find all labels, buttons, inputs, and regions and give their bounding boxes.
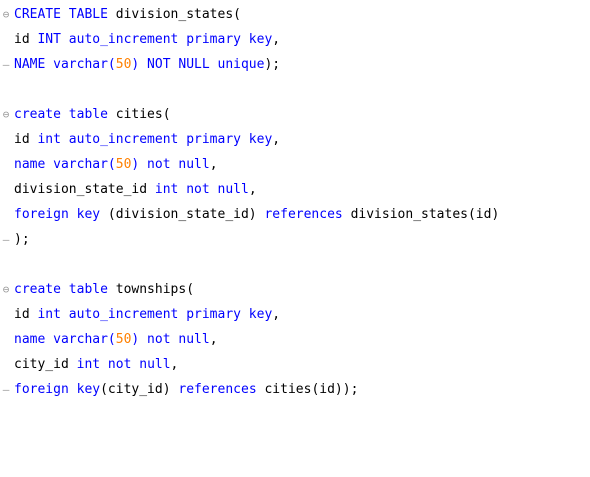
code-line-1: ⊖ CREATE TABLE division_states( bbox=[0, 2, 590, 27]
identifier: (division_state_id) bbox=[100, 207, 265, 222]
identifier: division_state_id bbox=[14, 182, 155, 197]
code-line-5: id int auto_increment primary key, bbox=[0, 127, 590, 152]
keyword: references bbox=[264, 207, 343, 222]
code-text: id INT auto_increment primary key, bbox=[14, 27, 280, 52]
identifier: cities( bbox=[107, 107, 171, 122]
identifier: townships( bbox=[107, 282, 195, 297]
identifier: cities(id)); bbox=[256, 382, 359, 397]
identifier: division_states( bbox=[107, 7, 241, 22]
fold-end-icon: – bbox=[2, 58, 10, 71]
fold-end-icon: – bbox=[2, 233, 10, 246]
keyword: ) NOT NULL unique bbox=[131, 57, 265, 72]
fold-end-icon: – bbox=[2, 383, 10, 396]
code-text: foreign key (division_state_id) referenc… bbox=[14, 202, 499, 227]
punctuation: , bbox=[170, 357, 179, 372]
number: 50 bbox=[115, 57, 132, 72]
keyword: foreign key bbox=[14, 207, 101, 222]
code-line-12: name varchar(50) not null, bbox=[0, 327, 590, 352]
code-line-13: city_id int not null, bbox=[0, 352, 590, 377]
punctuation: , bbox=[272, 307, 281, 322]
keyword: name varchar( bbox=[14, 332, 116, 347]
code-line-3: – NAME varchar(50) NOT NULL unique); bbox=[0, 52, 590, 77]
keyword: ) not null bbox=[131, 157, 210, 172]
code-text: create table cities( bbox=[14, 102, 171, 127]
identifier: city_id bbox=[14, 357, 77, 372]
code-line-2: id INT auto_increment primary key, bbox=[0, 27, 590, 52]
code-text: name varchar(50) not null, bbox=[14, 152, 218, 177]
identifier: id bbox=[14, 307, 38, 322]
keyword: ) not null bbox=[131, 332, 210, 347]
code-line-6: name varchar(50) not null, bbox=[0, 152, 590, 177]
keyword: int not null bbox=[154, 182, 249, 197]
identifier: division_states(id) bbox=[342, 207, 500, 222]
identifier: (city_id) bbox=[100, 382, 179, 397]
keyword: references bbox=[178, 382, 257, 397]
identifier: id bbox=[14, 32, 38, 47]
fold-toggle-icon[interactable]: ⊖ bbox=[0, 102, 12, 127]
keyword: create table bbox=[14, 282, 108, 297]
keyword: foreign key bbox=[14, 382, 101, 397]
punctuation: , bbox=[209, 332, 218, 347]
code-text: NAME varchar(50) NOT NULL unique); bbox=[14, 52, 280, 77]
keyword: name varchar( bbox=[14, 157, 116, 172]
code-text: ); bbox=[14, 227, 30, 252]
keyword: int auto_increment primary key bbox=[37, 132, 273, 147]
number: 50 bbox=[115, 157, 132, 172]
code-line-10: ⊖ create table townships( bbox=[0, 277, 590, 302]
code-text: create table townships( bbox=[14, 277, 194, 302]
code-text: division_state_id int not null, bbox=[14, 177, 257, 202]
code-line-7: division_state_id int not null, bbox=[0, 177, 590, 202]
code-text: name varchar(50) not null, bbox=[14, 327, 218, 352]
keyword: NAME varchar( bbox=[14, 57, 116, 72]
code-text: id int auto_increment primary key, bbox=[14, 302, 280, 327]
code-text: foreign key(city_id) references cities(i… bbox=[14, 377, 358, 402]
fold-toggle-icon[interactable]: ⊖ bbox=[0, 277, 12, 302]
identifier: id bbox=[14, 132, 38, 147]
code-text: id int auto_increment primary key, bbox=[14, 127, 280, 152]
punctuation: , bbox=[248, 182, 257, 197]
code-line-14: – foreign key(city_id) references cities… bbox=[0, 377, 590, 402]
punctuation: , bbox=[272, 132, 281, 147]
fold-toggle-icon[interactable]: ⊖ bbox=[0, 2, 12, 27]
code-line-4: ⊖ create table cities( bbox=[0, 102, 590, 127]
code-line-11: id int auto_increment primary key, bbox=[0, 302, 590, 327]
keyword: CREATE TABLE bbox=[14, 7, 108, 22]
sql-editor[interactable]: ⊖ CREATE TABLE division_states( id INT a… bbox=[0, 0, 590, 403]
code-line-9: – ); bbox=[0, 227, 590, 252]
code-text: CREATE TABLE division_states( bbox=[14, 2, 241, 27]
keyword: create table bbox=[14, 107, 108, 122]
number: 50 bbox=[115, 332, 132, 347]
punctuation: ); bbox=[264, 57, 281, 72]
keyword: int auto_increment primary key bbox=[37, 307, 273, 322]
punctuation: , bbox=[209, 157, 218, 172]
punctuation: ); bbox=[14, 232, 30, 247]
code-text: city_id int not null, bbox=[14, 352, 178, 377]
keyword: INT auto_increment primary key bbox=[37, 32, 273, 47]
keyword: int not null bbox=[76, 357, 171, 372]
code-line-8: foreign key (division_state_id) referenc… bbox=[0, 202, 590, 227]
punctuation: , bbox=[272, 32, 281, 47]
